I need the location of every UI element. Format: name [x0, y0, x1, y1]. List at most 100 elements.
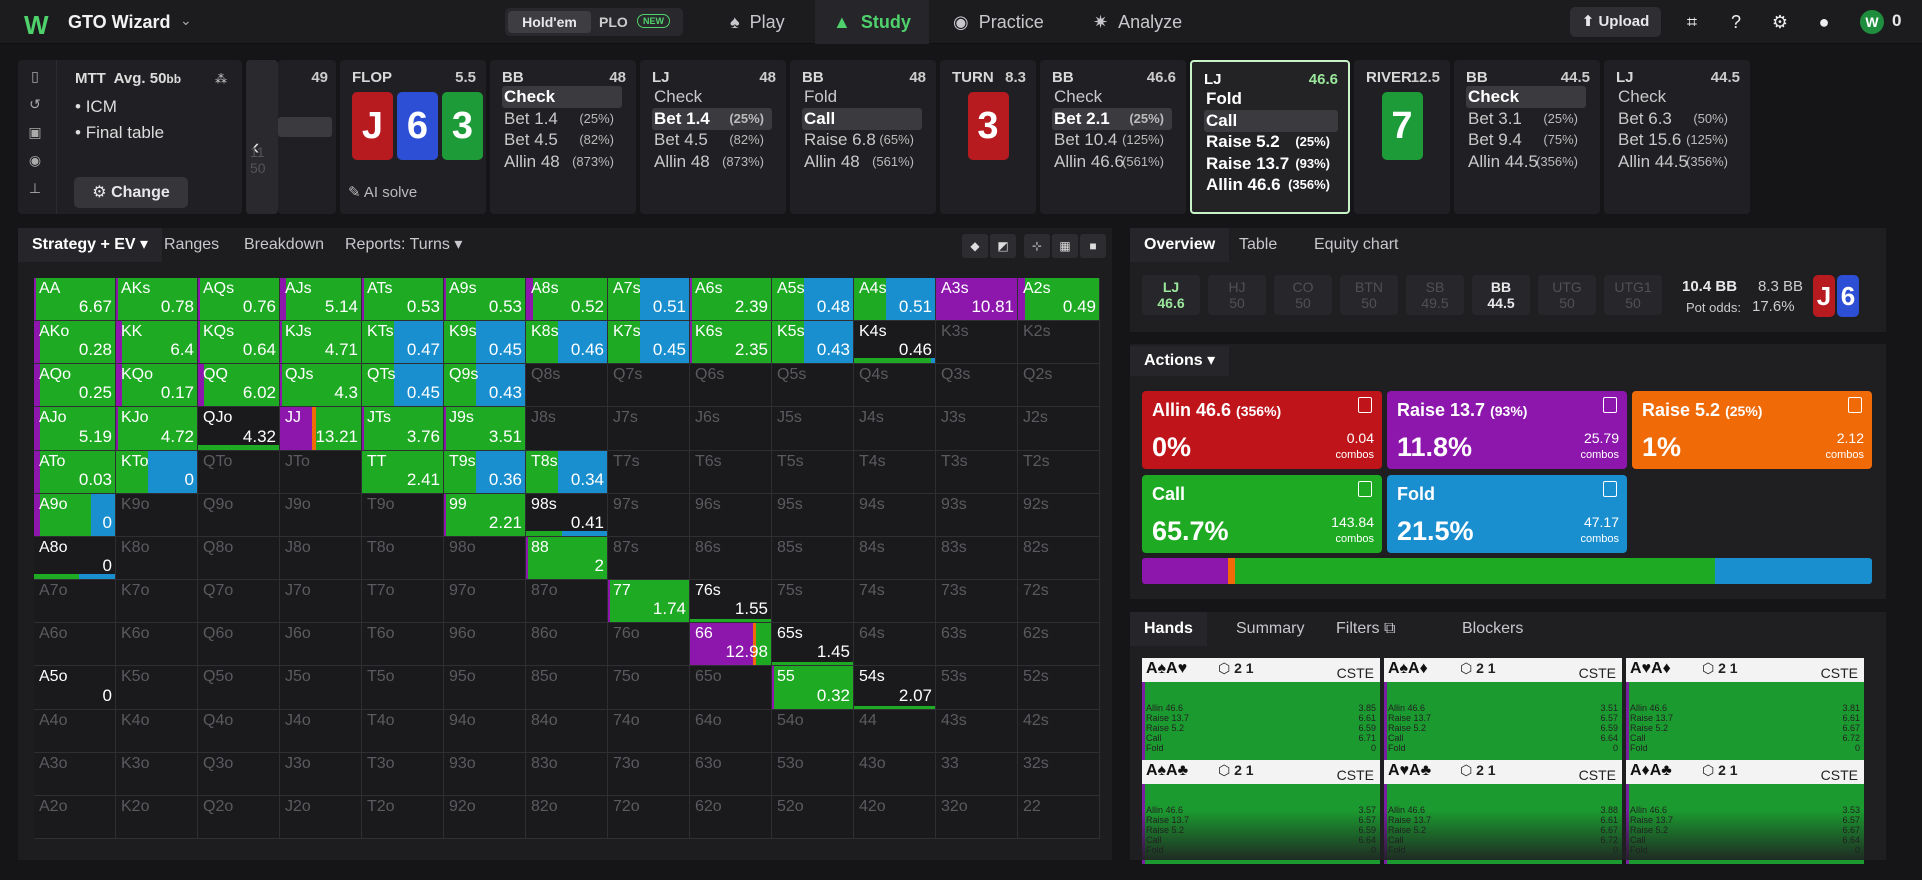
action-option[interactable]: Call [1204, 109, 1338, 132]
hand-cell[interactable]: JTo [280, 450, 362, 494]
street-panel-9[interactable]: LJ 44.5 Check Bet 6.3 (50%) Bet 15.6 (125%) All… [1604, 60, 1750, 214]
hand-cell[interactable]: AA 6.67 [34, 278, 116, 322]
hand-cell[interactable]: 65o [690, 666, 772, 710]
bookmark-icon[interactable]: ▯ [24, 68, 46, 85]
view-compact-icon[interactable]: ⊹ [1024, 234, 1050, 258]
hand-cell[interactable]: A8s 0.52 [526, 278, 608, 322]
hand-cell[interactable]: K2o [116, 795, 198, 839]
hand-cell[interactable]: T3o [362, 752, 444, 796]
action-option[interactable]: Raise 5.2 (25%) [1204, 131, 1338, 153]
hand-cell[interactable]: AKo 0.28 [34, 321, 116, 365]
tab-table[interactable]: Table [1225, 228, 1291, 262]
hand-cell[interactable]: 43s [936, 709, 1018, 753]
hand-cell[interactable]: AJo 5.19 [34, 407, 116, 451]
action-option[interactable]: Bet 4.5 (82%) [502, 129, 622, 151]
hand-cell[interactable]: JTs 3.76 [362, 407, 444, 451]
hand-cell[interactable]: 42s [1018, 709, 1100, 753]
action-option[interactable]: Check [652, 86, 772, 108]
hand-cell[interactable]: Q2s [1018, 364, 1100, 408]
hand-cell[interactable]: AQs 0.76 [198, 278, 280, 322]
action-box-call[interactable]: Call 65.7% 143.84 combos [1142, 475, 1382, 553]
hand-cell[interactable]: K7s 0.45 [608, 321, 690, 365]
history-icon[interactable]: ↺ [24, 96, 46, 113]
hand-cell[interactable]: Q4o [198, 709, 280, 753]
hand-cell[interactable]: ATs 0.53 [362, 278, 444, 322]
hand-cell[interactable]: A8o 0 [34, 536, 116, 581]
hand-cell[interactable]: 44 [854, 709, 936, 753]
hand-cell[interactable]: K5s 0.43 [772, 321, 854, 365]
hand-cell[interactable]: 77 1.74 [608, 580, 690, 624]
account-icon[interactable]: ● [1812, 10, 1836, 34]
hand-cell[interactable]: K9o [116, 493, 198, 537]
hand-cell[interactable]: J4s [854, 407, 936, 451]
hand-cell[interactable]: 83s [936, 536, 1018, 581]
hand-cell[interactable]: KTs 0.47 [362, 321, 444, 365]
hand-cell[interactable]: JJ 13.21 [280, 407, 362, 451]
action-option[interactable]: Bet 10.4 (125%) [1052, 129, 1172, 151]
hand-cell[interactable]: Q7o [198, 580, 280, 624]
hand-cell[interactable]: 84s [854, 536, 936, 581]
hand-cell[interactable]: KJo 4.72 [116, 407, 198, 451]
hand-cell[interactable]: J3s [936, 407, 1018, 451]
hand-cell[interactable]: KJs 4.71 [280, 321, 362, 365]
action-option[interactable]: Bet 4.5 (82%) [652, 129, 772, 151]
action-option[interactable]: Raise 13.7 (93%) [1204, 153, 1338, 175]
position-sb[interactable]: SB 49.5 [1406, 275, 1464, 315]
hand-cell[interactable]: QJs 4.3 [280, 364, 362, 408]
hand-cell[interactable]: T2s [1018, 450, 1100, 494]
hand-cell[interactable]: T9o [362, 493, 444, 537]
hand-cell[interactable]: 74o [608, 709, 690, 753]
hand-cell[interactable]: 97s [608, 493, 690, 537]
action-option[interactable]: Bet 2.1 (25%) [1052, 107, 1172, 130]
change-button[interactable]: ⚙ Change [74, 177, 188, 208]
hand-cell[interactable]: T7s [608, 450, 690, 494]
position-co[interactable]: CO 50 [1274, 275, 1332, 315]
hand-cell[interactable]: 93s [936, 493, 1018, 537]
position-bb[interactable]: BB 44.5 [1472, 275, 1530, 315]
action-option[interactable]: Allin 48 (873%) [652, 151, 772, 173]
hand-cell[interactable]: 64o [690, 709, 772, 753]
hand-cell[interactable]: Q3o [198, 752, 280, 796]
document-icon[interactable] [1848, 397, 1862, 413]
hand-cell[interactable]: 95o [444, 666, 526, 710]
hand-cell[interactable]: J3o [280, 752, 362, 796]
hand-cell[interactable]: A6s 2.39 [690, 278, 772, 322]
hand-cell[interactable]: T6o [362, 623, 444, 667]
hand-cell[interactable]: 75o [608, 666, 690, 710]
hand-cell[interactable]: K5o [116, 666, 198, 710]
hand-cell[interactable]: 94s [854, 493, 936, 537]
hand-cell[interactable]: 54o [772, 709, 854, 753]
hand-cell[interactable]: 94o [444, 709, 526, 753]
hand-cell[interactable]: T3s [936, 450, 1018, 494]
action-option[interactable]: Check [502, 86, 622, 108]
street-panel-1[interactable]: BB 48 Check Bet 1.4 (25%) Bet 4.5 (82%) Allin 4… [490, 60, 636, 214]
action-option[interactable]: Bet 9.4 (75%) [1466, 129, 1586, 151]
action-option[interactable]: Allin 48 (873%) [502, 151, 622, 173]
gamepad-small-icon[interactable]: ◉ [24, 152, 46, 169]
document-icon[interactable] [1358, 397, 1372, 413]
action-option[interactable]: Fold [802, 86, 922, 108]
action-option[interactable]: Check [1616, 86, 1736, 108]
hand-cell[interactable]: 75s [772, 580, 854, 624]
hand-cell[interactable]: 62s [1018, 623, 1100, 667]
hand-card[interactable]: A♥A♦ ⬡ 2 1 CSTE Allin 46.6 3.81 Raise 13.7 6.6… [1626, 658, 1864, 762]
street-panel-8[interactable]: BB 44.5 Check Bet 3.1 (25%) Bet 9.4 (75%) Allin… [1454, 60, 1600, 214]
hand-cell[interactable]: 93o [444, 752, 526, 796]
hand-cell[interactable]: A5s 0.48 [772, 278, 854, 322]
hand-cell[interactable]: 33 [936, 752, 1018, 796]
gto-wizard-logo[interactable]: W [24, 10, 49, 41]
hand-cell[interactable]: 76s 1.55 [690, 580, 772, 624]
street-panel-4[interactable]: TURN 8.3 3 [940, 60, 1036, 214]
hand-cell[interactable]: 87o [526, 580, 608, 624]
hand-cell[interactable]: 96o [444, 623, 526, 667]
hand-cell[interactable]: QTs 0.45 [362, 364, 444, 408]
hand-cell[interactable]: Q5s [772, 364, 854, 408]
tab-summary[interactable]: Summary [1222, 612, 1318, 646]
hand-cell[interactable]: Q3s [936, 364, 1018, 408]
view-3d-icon[interactable]: ◆ [962, 234, 988, 258]
app-name[interactable]: GTO Wizard [68, 12, 171, 33]
ai-solve-button[interactable]: ✎ AI solve [348, 183, 417, 201]
document-icon[interactable] [1603, 481, 1617, 497]
document-icon[interactable] [1358, 481, 1372, 497]
hand-cell[interactable]: 63o [690, 752, 772, 796]
